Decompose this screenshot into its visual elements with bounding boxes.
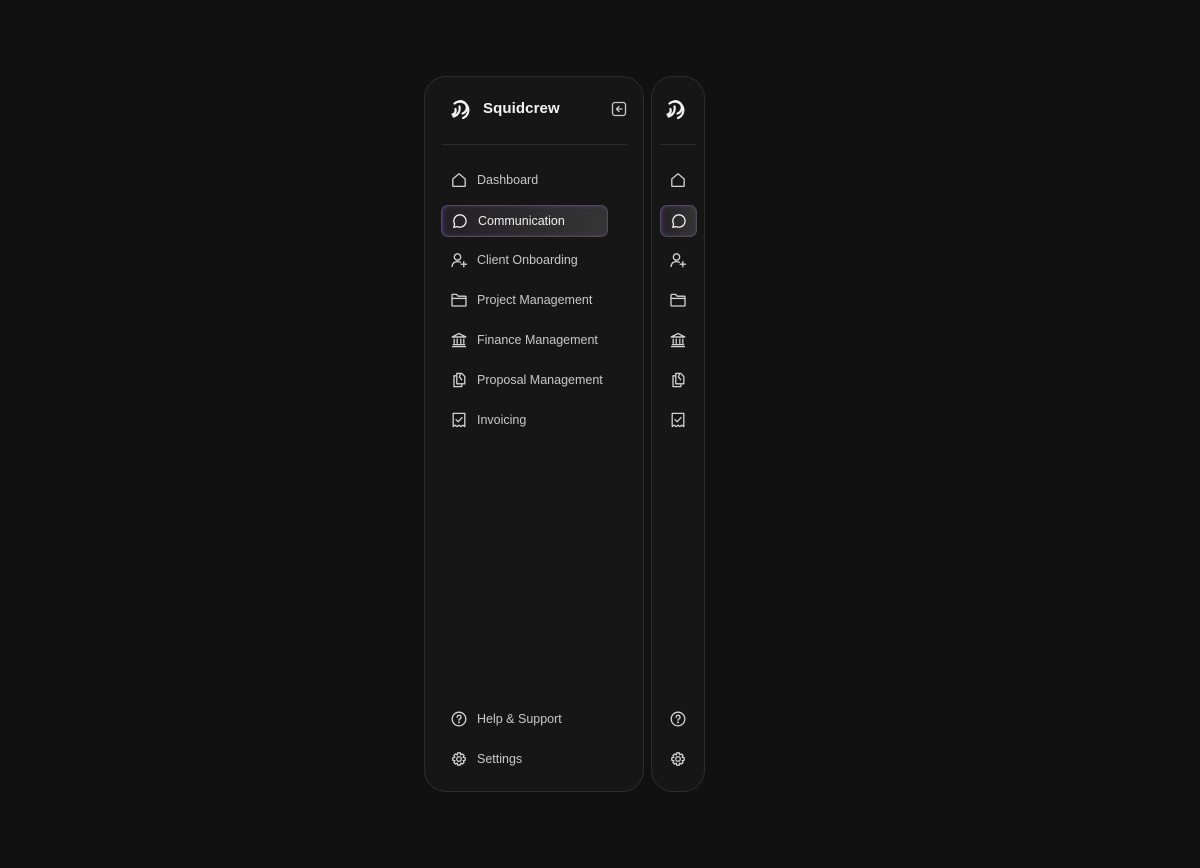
brand-name: Squidcrew (483, 100, 560, 117)
nav-item-invoicing[interactable] (660, 405, 697, 437)
nav-item-finance-management[interactable]: Finance Management (441, 325, 608, 357)
user-plus-icon (670, 252, 687, 268)
collapse-sidebar-button[interactable] (611, 101, 627, 117)
nav-item-proposal-management[interactable]: Proposal Management (441, 365, 608, 397)
gear-icon (451, 751, 467, 767)
nav-item-label: Communication (478, 214, 565, 228)
nav-item-invoicing[interactable]: Invoicing (441, 405, 608, 437)
squidcrew-logo-icon[interactable] (451, 97, 475, 121)
header-divider (442, 144, 627, 145)
receipt-check-icon (670, 412, 686, 428)
nav-item-communication[interactable] (660, 205, 697, 237)
collapse-sidebar-icon (611, 101, 627, 117)
nav-item-label: Project Management (477, 293, 593, 307)
receipt-check-icon (451, 412, 467, 428)
folder-icon (670, 292, 686, 308)
home-icon (670, 172, 686, 188)
header-divider (660, 144, 696, 145)
user-plus-icon (451, 252, 468, 268)
nav-item-settings[interactable]: Settings (441, 744, 608, 776)
nav-item-label: Proposal Management (477, 373, 603, 387)
chat-bubble-icon (452, 213, 468, 229)
documents-icon (451, 372, 467, 388)
bank-icon (451, 332, 467, 348)
nav-item-label: Invoicing (477, 413, 527, 427)
nav-item-proposal-management[interactable] (660, 365, 697, 397)
nav-item-dashboard[interactable]: Dashboard (441, 165, 608, 197)
nav-item-help-support[interactable]: Help & Support (441, 704, 608, 736)
nav-item-finance-management[interactable] (660, 325, 697, 357)
nav-item-client-onboarding[interactable]: Client Onboarding (441, 245, 608, 277)
nav-item-label: Dashboard (477, 173, 539, 187)
nav-item-communication[interactable]: Communication (441, 205, 608, 237)
nav-item-client-onboarding[interactable] (660, 245, 697, 277)
nav-item-project-management[interactable]: Project Management (441, 285, 608, 317)
documents-icon (670, 372, 686, 388)
sidebar-collapsed (651, 76, 705, 792)
nav-item-help-support[interactable] (660, 704, 697, 736)
bank-icon (670, 332, 686, 348)
home-icon (451, 172, 467, 188)
squidcrew-logo-icon[interactable] (666, 97, 690, 121)
help-circle-icon (451, 711, 467, 727)
nav-item-label: Finance Management (477, 333, 598, 347)
nav-item-settings[interactable] (660, 744, 697, 776)
folder-icon (451, 292, 467, 308)
nav-item-label: Help & Support (477, 712, 562, 726)
gear-icon (670, 751, 686, 767)
nav-item-label: Settings (477, 752, 523, 766)
nav-item-label: Client Onboarding (477, 253, 578, 267)
nav-item-dashboard[interactable] (660, 165, 697, 197)
help-circle-icon (670, 711, 686, 727)
chat-bubble-icon (671, 213, 687, 229)
nav-item-project-management[interactable] (660, 285, 697, 317)
sidebar-expanded: Squidcrew Dashboard Communication Client… (424, 76, 644, 792)
